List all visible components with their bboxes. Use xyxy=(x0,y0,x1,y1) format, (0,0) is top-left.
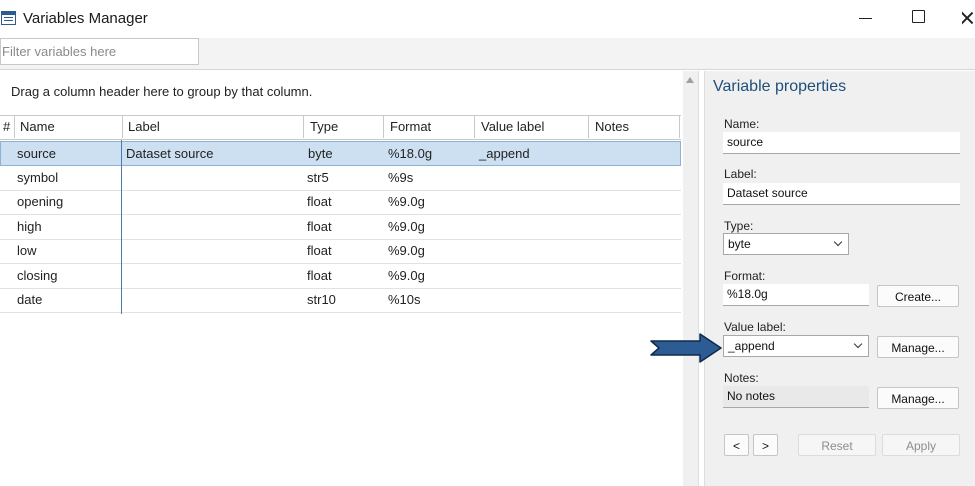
previous-variable-button[interactable]: < xyxy=(724,434,749,456)
cell-name: date xyxy=(17,292,43,307)
cell-name: opening xyxy=(17,194,64,209)
value-label-label: Value label: xyxy=(724,320,786,334)
column-separator[interactable] xyxy=(14,116,15,138)
table-row[interactable]: high float %9.0g xyxy=(0,215,681,240)
column-separator[interactable] xyxy=(679,116,680,138)
notes-label: Notes: xyxy=(724,371,759,385)
next-variable-button[interactable]: > xyxy=(753,434,778,456)
filter-variables-input[interactable] xyxy=(0,38,199,65)
value-label-dropdown-value: _append xyxy=(728,339,775,353)
reset-button[interactable]: Reset xyxy=(798,434,876,456)
cell-label: Dataset source xyxy=(126,146,214,161)
create-format-button[interactable]: Create... xyxy=(877,285,959,307)
type-dropdown[interactable]: byte xyxy=(723,233,849,255)
header-border xyxy=(0,139,681,140)
annotation-arrow-icon xyxy=(650,333,722,363)
cell-format: %9s xyxy=(388,170,414,185)
cell-type: str10 xyxy=(307,292,336,307)
type-label: Type: xyxy=(724,219,754,233)
table-row[interactable]: date str10 %10s xyxy=(0,288,681,313)
cell-name: high xyxy=(17,219,42,234)
cell-value-label: _append xyxy=(479,146,530,161)
column-separator[interactable] xyxy=(383,116,384,138)
format-label: Format: xyxy=(724,269,766,283)
table-row[interactable]: low float %9.0g xyxy=(0,239,681,264)
manage-notes-button[interactable]: Manage... xyxy=(877,387,959,409)
cell-type: float xyxy=(307,268,332,283)
cell-name: low xyxy=(17,243,37,258)
name-field[interactable]: source xyxy=(723,132,960,154)
table-row[interactable]: opening float %9.0g xyxy=(0,190,681,215)
cell-format: %9.0g xyxy=(388,219,425,234)
cell-type: float xyxy=(307,194,332,209)
column-header-notes[interactable]: Notes xyxy=(595,119,629,134)
table-row[interactable]: source Dataset source byte %18.0g _appen… xyxy=(0,141,681,166)
scroll-up-icon[interactable] xyxy=(686,77,694,83)
column-header-name[interactable]: Name xyxy=(20,119,55,134)
column-header-format[interactable]: Format xyxy=(390,119,431,134)
pane-splitter[interactable] xyxy=(698,71,705,486)
column-header-index[interactable]: # xyxy=(3,119,10,134)
cell-name: closing xyxy=(17,268,58,283)
cell-format: %9.0g xyxy=(388,194,425,209)
header-border xyxy=(0,115,681,116)
cell-format: %10s xyxy=(388,292,421,307)
cell-type: str5 xyxy=(307,170,329,185)
chevron-down-icon xyxy=(853,339,863,349)
apply-button[interactable]: Apply xyxy=(882,434,960,456)
minimize-icon[interactable] xyxy=(857,8,877,28)
chevron-down-icon xyxy=(833,237,843,247)
cell-name: source xyxy=(17,146,57,161)
type-dropdown-value: byte xyxy=(728,237,751,251)
column-header-label[interactable]: Label xyxy=(128,119,160,134)
notes-field: No notes xyxy=(723,386,869,408)
properties-title: Variable properties xyxy=(713,78,847,95)
table-row[interactable]: symbol str5 %9s xyxy=(0,166,681,191)
group-by-hint[interactable]: Drag a column header here to group by th… xyxy=(11,84,312,99)
value-label-dropdown[interactable]: _append xyxy=(723,335,869,357)
column-separator[interactable] xyxy=(474,116,475,138)
column-separator[interactable] xyxy=(303,116,304,138)
column-header-type[interactable]: Type xyxy=(310,119,338,134)
format-field[interactable]: %18.0g xyxy=(723,284,869,306)
cell-name: symbol xyxy=(17,170,59,185)
column-separator[interactable] xyxy=(588,116,589,138)
manage-value-labels-button[interactable]: Manage... xyxy=(877,336,959,358)
close-icon[interactable] xyxy=(962,8,975,28)
label-column-divider xyxy=(121,140,122,314)
window-title: Variables Manager xyxy=(23,10,148,27)
cell-format: %18.0g xyxy=(388,146,433,161)
grid-vertical-scrollbar[interactable] xyxy=(683,71,698,486)
cell-format: %9.0g xyxy=(388,243,425,258)
maximize-icon[interactable] xyxy=(912,10,925,23)
variables-manager-icon xyxy=(1,11,16,25)
name-label: Name: xyxy=(724,117,760,131)
cell-type: byte xyxy=(308,146,333,161)
label-label: Label: xyxy=(724,167,757,181)
table-row[interactable]: closing float %9.0g xyxy=(0,264,681,289)
cell-type: float xyxy=(307,243,332,258)
column-header-value-label[interactable]: Value label xyxy=(481,119,544,134)
column-separator[interactable] xyxy=(122,116,123,138)
cell-format: %9.0g xyxy=(388,268,425,283)
label-field[interactable]: Dataset source xyxy=(723,183,960,205)
cell-type: float xyxy=(307,219,332,234)
